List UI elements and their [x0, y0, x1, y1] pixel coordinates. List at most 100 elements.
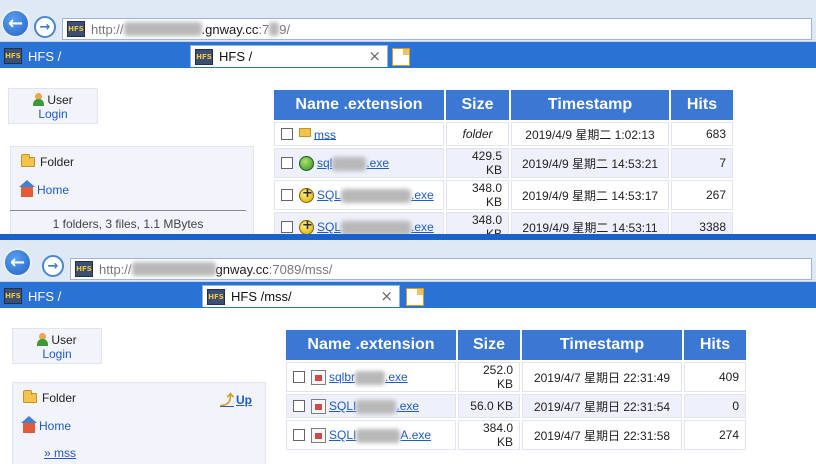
- folder-heading: Folder: [21, 154, 243, 169]
- file-link[interactable]: mss: [314, 127, 336, 141]
- new-tab-button[interactable]: [392, 48, 410, 66]
- redacted-name-blur: [356, 399, 397, 414]
- up-folder-button[interactable]: ⤴ Up: [220, 390, 252, 410]
- redacted-port-blur: [269, 22, 280, 36]
- col-name-header[interactable]: Name .extension: [274, 90, 444, 120]
- select-checkbox[interactable]: [281, 189, 293, 202]
- file-list-table: Name .extension Size Timestamp Hits sqlb…: [284, 328, 748, 452]
- tab-hfs-root-1[interactable]: HFS HFS /: [0, 45, 186, 67]
- select-checkbox[interactable]: [293, 400, 305, 413]
- file-link[interactable]: SQLI .exe: [329, 398, 420, 414]
- file-name-end: .exe: [396, 398, 420, 413]
- col-hits-header[interactable]: Hits: [684, 330, 746, 360]
- file-name-start: sql: [317, 155, 333, 170]
- up-label: Up: [236, 393, 252, 407]
- name-cell: SQL .exe: [274, 180, 444, 210]
- table-row: SQL .exe 348.0 KB 2019/4/9 星期二 14:53:11 3…: [274, 212, 733, 234]
- size-cell: 348.0 KB: [446, 180, 509, 210]
- url-path: 9/: [279, 21, 291, 37]
- url-field[interactable]: HFS http:// .gnway.cc :7 9/: [62, 18, 812, 40]
- table-row: sqlbr .exe 252.0 KB 2019/4/7 星期日 22:31:49…: [286, 362, 746, 392]
- forward-arrow-icon: →: [47, 258, 59, 274]
- name-cell: SQLI .exe: [286, 394, 456, 418]
- back-button[interactable]: ←: [3, 248, 32, 277]
- tab-hfs-mss[interactable]: HFS HFS /mss/ ×: [202, 285, 400, 307]
- timestamp-cell: 2019/4/9 星期二 1:02:13: [511, 122, 669, 146]
- table-row: sql .exe 429.5 KB 2019/4/9 星期二 14:53:21 7: [274, 148, 733, 178]
- col-timestamp-header[interactable]: Timestamp: [522, 330, 682, 360]
- table-row: SQL .exe 348.0 KB 2019/4/9 星期二 14:53:17 2…: [274, 180, 733, 210]
- col-timestamp-header[interactable]: Timestamp: [511, 90, 669, 120]
- file-link[interactable]: sql .exe: [317, 155, 389, 171]
- tab-hfs-root[interactable]: HFS HFS /: [0, 285, 186, 307]
- folder-label: Folder: [42, 391, 77, 405]
- tab-label: HFS /: [28, 288, 62, 304]
- new-tab-button[interactable]: [406, 288, 424, 306]
- tab-label: HFS /mss/: [231, 289, 292, 304]
- col-hits-header[interactable]: Hits: [671, 90, 733, 120]
- login-link[interactable]: Login: [38, 107, 67, 121]
- file-icon: [311, 398, 326, 414]
- file-name-start: SQLI: [329, 398, 357, 413]
- home-link[interactable]: Home: [37, 183, 69, 197]
- installer-icon: [299, 218, 314, 234]
- timestamp-cell: 2019/4/7 星期日 22:31:54: [522, 394, 682, 418]
- size-cell: 429.5 KB: [446, 148, 509, 178]
- file-name-end: A.exe: [400, 427, 432, 442]
- file-link[interactable]: sqlbr .exe: [329, 370, 408, 385]
- home-link[interactable]: Home: [39, 419, 71, 433]
- user-label: User: [47, 93, 73, 107]
- url-field[interactable]: HFS http:// gnway.cc :7089 /mss/: [70, 258, 812, 280]
- col-name-header[interactable]: Name .extension: [286, 330, 456, 360]
- url-path: /mss/: [301, 261, 333, 277]
- login-link[interactable]: Login: [42, 347, 71, 361]
- select-checkbox[interactable]: [281, 157, 293, 170]
- forward-button[interactable]: →: [34, 16, 56, 38]
- timestamp-cell: 2019/4/7 星期日 22:31:49: [522, 362, 682, 392]
- file-link[interactable]: SQL .exe: [317, 188, 434, 203]
- up-arrow-icon: ⤴: [220, 393, 234, 409]
- hfs-tab-icon: HFS: [207, 288, 225, 305]
- tab-strip: HFS HFS / HFS HFS / ×: [0, 42, 816, 68]
- hfs-site-icon: HFS: [67, 21, 85, 37]
- close-tab-icon[interactable]: ×: [368, 47, 381, 65]
- select-checkbox[interactable]: [281, 128, 293, 141]
- hits-cell: 274: [684, 420, 746, 450]
- user-icon: [33, 93, 45, 106]
- col-size-header[interactable]: Size: [446, 90, 509, 120]
- redacted-name-blur: [356, 428, 401, 443]
- file-link[interactable]: SQL .exe: [317, 220, 434, 234]
- url-port: :7089: [268, 261, 302, 277]
- browser-window-top: ← → HFS http:// .gnway.cc :7 9/ HFS HFS …: [0, 0, 816, 234]
- hits-cell: 3388: [671, 212, 733, 234]
- file-name-end: .exe: [411, 219, 434, 234]
- address-bar-row: ← → HFS http:// .gnway.cc :7 9/: [0, 0, 816, 42]
- forward-button[interactable]: →: [42, 255, 64, 277]
- executable-icon: [299, 155, 314, 171]
- select-checkbox[interactable]: [293, 371, 305, 384]
- size-cell: 384.0 KB: [458, 420, 520, 450]
- installer-icon: [299, 186, 314, 203]
- table-row: mss folder 2019/4/9 星期二 1:02:13 683: [274, 122, 733, 146]
- select-checkbox[interactable]: [293, 429, 305, 442]
- home-row: Home: [19, 179, 243, 197]
- close-tab-icon[interactable]: ×: [380, 287, 393, 305]
- select-checkbox[interactable]: [281, 221, 293, 234]
- tab-hfs-root-2[interactable]: HFS HFS / ×: [190, 45, 388, 67]
- name-cell: sql .exe: [274, 148, 444, 178]
- name-cell: SQL .exe: [274, 212, 444, 234]
- redacted-name-blur: [341, 220, 412, 234]
- file-icon: [311, 427, 326, 443]
- hits-cell: 409: [684, 362, 746, 392]
- timestamp-cell: 2019/4/7 星期日 22:31:58: [522, 420, 682, 450]
- hits-cell: 7: [671, 148, 733, 178]
- url-prefix: http://: [99, 261, 132, 277]
- col-size-header[interactable]: Size: [458, 330, 520, 360]
- size-cell: 252.0 KB: [458, 362, 520, 392]
- file-link[interactable]: SQLI A.exe: [329, 427, 432, 443]
- breadcrumb-mss-link[interactable]: » mss: [44, 446, 76, 460]
- timestamp-cell: 2019/4/9 星期二 14:53:11: [511, 212, 669, 234]
- name-cell: sqlbr .exe: [286, 362, 456, 392]
- back-button[interactable]: ←: [1, 9, 30, 38]
- user-panel: User Login: [8, 88, 98, 124]
